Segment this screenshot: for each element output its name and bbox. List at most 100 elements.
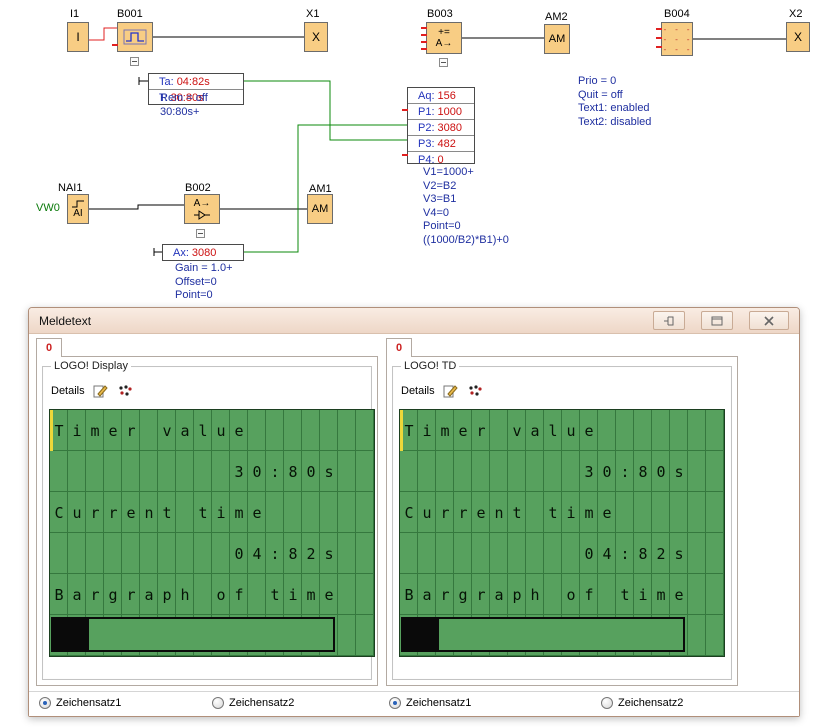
block-b002-label: B002 [185,182,211,194]
lcd-char: l [544,410,562,451]
restore-button[interactable] [701,311,733,330]
lcd-td-display[interactable]: Timervalue30:80sCurrenttime04:82sBargrap… [399,409,725,657]
unconnected-pin [421,41,427,43]
lcd-char: 8 [284,533,302,574]
text-line: Rem = off [160,92,208,106]
lcd-char: t [266,574,284,615]
unconnected-pin [402,109,408,111]
pin-button[interactable] [653,311,685,330]
wire-nai1-b002[interactable] [89,205,184,209]
lcd-char: v [508,410,526,451]
details-label: Details [401,385,435,397]
text-line: V1=1000+ [423,166,509,180]
lcd-char: u [68,492,86,533]
tab-0-display[interactable]: 0 [36,338,62,357]
block-x2[interactable]: X [786,22,810,52]
lcd-char: s [670,533,688,574]
edit-icon[interactable] [441,381,460,400]
block-b001-label: B001 [117,8,143,20]
text-line: - - - [662,25,691,34]
lcd-char: p [158,574,176,615]
lcd-char: t [616,574,634,615]
lcd-char: i [562,492,580,533]
lcd-char: i [634,574,652,615]
param-row: P4:0 [408,152,474,167]
tab-0-td[interactable]: 0 [386,338,412,357]
lcd-char: e [248,492,266,533]
dialog-titlebar[interactable]: Meldetext [29,308,799,334]
block-b003-math[interactable]: += A→ [426,22,462,54]
b002-notes: Gain = 1.0+Offset=0Point=0 [175,262,233,303]
lcd-char: m [580,492,598,533]
lcd-char: t [508,492,526,533]
text-line: Quit = off [578,89,651,103]
radio-zeichensatz1-display[interactable]: Zeichensatz1 [39,697,121,709]
lcd-display[interactable]: Timervalue30:80sCurrenttime04:82sBargrap… [49,409,375,657]
block-nai1[interactable]: AI [67,194,89,224]
meldetext-dialog: Meldetext 0 0 LOGO! Display Details [28,307,800,717]
lcd-char: f [230,574,248,615]
group-label: LOGO! Display [51,360,131,372]
lcd-char: 0 [580,533,598,574]
lcd-char: i [212,492,230,533]
b001-collapse-toggle[interactable] [130,57,139,66]
lcd-char: i [418,410,436,451]
lcd-char: i [284,574,302,615]
close-button[interactable] [749,311,789,330]
edit-icon[interactable] [91,381,110,400]
block-am2[interactable]: AM [544,24,570,54]
wire-i1-b001[interactable] [89,28,117,40]
lcd-char: 0 [302,451,320,492]
unconnected-pin [421,27,427,29]
b002-param-box[interactable]: Ax:3080 [162,244,244,261]
radio-label: Zeichensatz2 [229,697,294,709]
text-line: - - - [662,35,691,44]
unconnected-pin [656,46,662,48]
lcd-char: 8 [284,451,302,492]
lcd-char: s [320,533,338,574]
radio-label: Zeichensatz2 [618,697,683,709]
charset-icon[interactable] [466,381,485,400]
text-line: - - - [662,45,691,54]
lcd-char: 8 [634,533,652,574]
lcd-char: u [212,410,230,451]
radio-zeichensatz1-td[interactable]: Zeichensatz1 [389,697,471,709]
block-am1[interactable]: AM [307,194,333,224]
lcd-char: 4 [598,533,616,574]
block-x1[interactable]: X [304,22,328,52]
stub-b001-params [139,77,148,85]
block-b004-messagetext[interactable]: - - -- - -- - - [661,22,693,56]
radio-zeichensatz2-td[interactable]: Zeichensatz2 [601,697,683,709]
lcd-char: : [266,451,284,492]
lcd-char: p [508,574,526,615]
lcd-char: r [104,492,122,533]
b002-collapse-toggle[interactable] [196,229,205,238]
lcd-char: m [302,574,320,615]
lcd-char: 0 [248,451,266,492]
dialog-body: 0 0 LOGO! Display Details [29,334,799,716]
lcd-char: r [472,410,490,451]
lcd-char: m [436,410,454,451]
lcd-char: v [158,410,176,451]
text-line: ((1000/B2)*B1)+0 [423,234,509,248]
charset-icon[interactable] [116,381,135,400]
block-x2-label: X2 [789,8,802,20]
lcd-char: e [104,410,122,451]
lcd-cursor [50,410,53,451]
lcd-char: t [544,492,562,533]
block-i1[interactable]: I [67,22,89,52]
b003-param-box[interactable]: Aq:156P1:1000P2:3080P3:482P4:0 [407,87,475,164]
text-line: Offset=0 [175,276,233,290]
block-b001-timer[interactable] [117,22,153,52]
radio-zeichensatz2-display[interactable]: Zeichensatz2 [212,697,294,709]
logo-td-group: LOGO! TD Details [392,366,732,680]
lcd-char: e [598,492,616,533]
text-line: Point=0 [175,289,233,303]
block-b002-amplifier[interactable]: A→ [184,194,220,224]
lcd-char: r [436,574,454,615]
wire-ta-p3[interactable] [244,81,407,140]
lcd-char: n [140,492,158,533]
b003-collapse-toggle[interactable] [439,58,448,67]
lcd-char: u [418,492,436,533]
lcd-char: e [122,492,140,533]
